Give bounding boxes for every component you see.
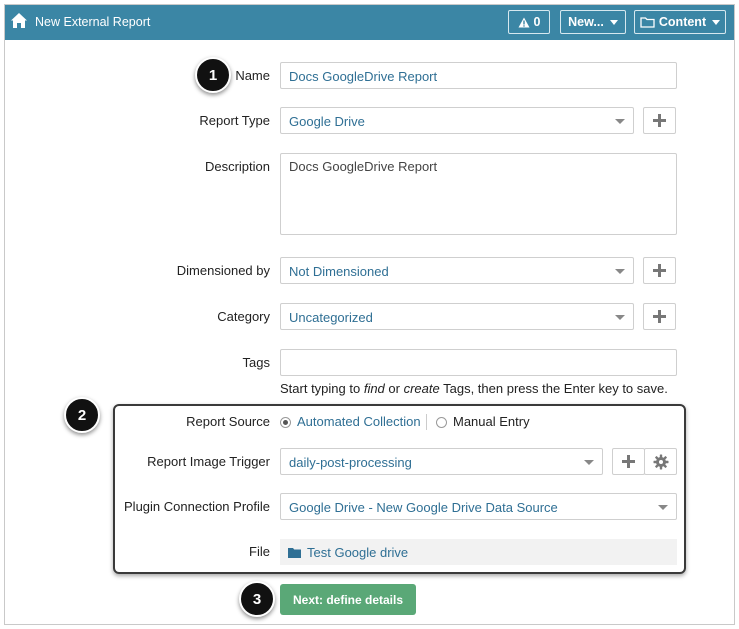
plus-icon bbox=[622, 455, 635, 468]
content-menu-label: Content bbox=[658, 15, 707, 29]
plugin-profile-label: Plugin Connection Profile bbox=[124, 499, 270, 514]
category-select[interactable]: Uncategorized bbox=[280, 303, 634, 330]
image-trigger-value: daily-post-processing bbox=[289, 455, 412, 470]
warning-icon bbox=[518, 17, 530, 27]
chevron-down-icon bbox=[615, 315, 625, 320]
next-button[interactable]: Next: define details bbox=[280, 584, 416, 615]
plugin-profile-value: Google Drive - New Google Drive Data Sou… bbox=[289, 500, 558, 515]
description-label: Description bbox=[204, 159, 270, 174]
plugin-profile-select[interactable]: Google Drive - New Google Drive Data Sou… bbox=[280, 493, 677, 520]
home-icon[interactable] bbox=[10, 12, 28, 30]
divider bbox=[426, 414, 427, 430]
name-label: Name bbox=[235, 68, 270, 83]
report-source-label: Report Source bbox=[186, 414, 270, 429]
alerts-count: 0 bbox=[533, 15, 541, 29]
dimensioned-by-label: Dimensioned by bbox=[176, 263, 270, 278]
add-category-button[interactable] bbox=[643, 303, 676, 330]
category-label: Category bbox=[217, 309, 270, 324]
plus-icon bbox=[653, 264, 666, 277]
name-input[interactable]: Docs GoogleDrive Report bbox=[280, 62, 677, 89]
add-report-type-button[interactable] bbox=[643, 107, 676, 134]
description-textarea[interactable]: Docs GoogleDrive Report bbox=[280, 153, 677, 235]
automated-collection-label[interactable]: Automated Collection bbox=[297, 414, 421, 429]
top-bar: New External Report 0 New... Content bbox=[5, 5, 734, 40]
dimensioned-by-value: Not Dimensioned bbox=[289, 264, 389, 279]
file-value: Test Google drive bbox=[307, 544, 409, 560]
chevron-down-icon bbox=[609, 19, 618, 25]
image-trigger-label: Report Image Trigger bbox=[147, 454, 270, 469]
category-value: Uncategorized bbox=[289, 310, 373, 325]
chevron-down-icon bbox=[615, 119, 625, 124]
configure-trigger-button[interactable] bbox=[644, 448, 677, 475]
gear-icon bbox=[653, 454, 668, 469]
plus-icon bbox=[653, 114, 666, 127]
file-picker[interactable]: Test Google drive bbox=[280, 539, 677, 565]
tags-input[interactable] bbox=[280, 349, 677, 376]
tags-label: Tags bbox=[242, 355, 270, 370]
chevron-down-icon bbox=[615, 269, 625, 274]
callout-3: 3 bbox=[239, 581, 275, 617]
dimensioned-by-select[interactable]: Not Dimensioned bbox=[280, 257, 634, 284]
report-type-value: Google Drive bbox=[289, 114, 365, 129]
alerts-button[interactable]: 0 bbox=[508, 10, 550, 34]
new-menu-button[interactable]: New... bbox=[560, 10, 626, 34]
report-type-select[interactable]: Google Drive bbox=[280, 107, 634, 134]
folder-icon bbox=[288, 547, 301, 558]
content-menu-button[interactable]: Content bbox=[634, 10, 726, 34]
file-label: File bbox=[249, 544, 270, 559]
add-trigger-button[interactable] bbox=[612, 448, 645, 475]
manual-entry-label[interactable]: Manual Entry bbox=[453, 414, 530, 429]
new-menu-label: New... bbox=[568, 15, 604, 29]
report-type-label: Report Type bbox=[199, 113, 270, 128]
tags-hint: Start typing to find or create Tags, the… bbox=[280, 381, 668, 396]
image-trigger-select[interactable]: daily-post-processing bbox=[280, 448, 603, 475]
radio-automated-collection[interactable] bbox=[280, 417, 291, 428]
chevron-down-icon bbox=[584, 460, 594, 465]
add-dimension-button[interactable] bbox=[643, 257, 676, 284]
plus-icon bbox=[653, 310, 666, 323]
chevron-down-icon bbox=[658, 505, 668, 510]
folder-icon bbox=[640, 17, 655, 28]
callout-2: 2 bbox=[64, 397, 100, 433]
page-title: New External Report bbox=[35, 15, 151, 29]
radio-manual-entry[interactable] bbox=[436, 417, 447, 428]
chevron-down-icon bbox=[712, 19, 721, 25]
